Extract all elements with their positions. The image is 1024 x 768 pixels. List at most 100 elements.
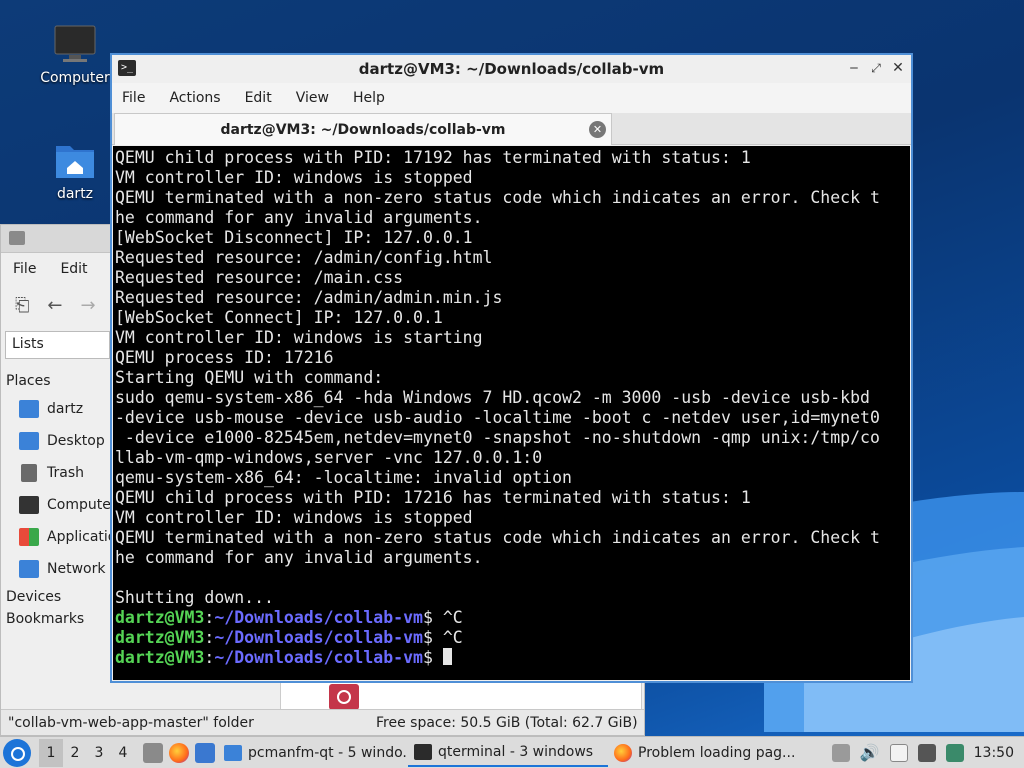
restore-icon[interactable]: ⤢ bbox=[867, 59, 885, 77]
firefox-icon[interactable] bbox=[169, 742, 189, 763]
desktop-icon-home[interactable]: dartz bbox=[35, 140, 115, 202]
bookmarks-header[interactable]: Bookmarks bbox=[1, 609, 111, 631]
terminal-output[interactable]: QEMU child process with PID: 17192 has t… bbox=[113, 146, 910, 680]
side-pane-mode-select[interactable]: Lists bbox=[5, 331, 110, 359]
terminal-output-line: qemu-system-x86_64: -localtime: invalid … bbox=[115, 468, 572, 487]
task-pcmanfm[interactable]: pcmanfm-qt - 5 windo... bbox=[218, 739, 408, 767]
terminal-icon bbox=[414, 743, 432, 760]
terminal-tabbar: dartz@VM3: ~/Downloads/collab-vm ✕ bbox=[112, 113, 911, 145]
menu-file[interactable]: File bbox=[122, 90, 145, 106]
terminal-output-line: Starting QEMU with command: bbox=[115, 368, 384, 387]
terminal-output-line: Requested resource: /main.css bbox=[115, 268, 404, 287]
prompt-line: dartz@VM3:~/Downloads/collab-vm$ ^C bbox=[115, 608, 463, 627]
terminal-window: >_ dartz@VM3: ~/Downloads/collab-vm ‒ ⤢ … bbox=[110, 53, 913, 683]
status-free-space: Free space: 50.5 GiB (Total: 62.7 GiB) bbox=[376, 714, 638, 731]
computer-icon bbox=[54, 25, 96, 62]
terminal-output-line: [WebSocket Connect] IP: 127.0.0.1 bbox=[115, 308, 443, 327]
window-title: dartz@VM3: ~/Downloads/collab-vm bbox=[358, 60, 665, 78]
terminal-output-line: QEMU terminated with a non-zero status c… bbox=[115, 528, 880, 547]
tab-close-icon[interactable]: ✕ bbox=[589, 121, 606, 138]
sidebar-item-label: Trash bbox=[47, 465, 84, 481]
system-tray: 🔊 13:50 bbox=[831, 743, 1024, 762]
update-notifier-icon[interactable] bbox=[945, 743, 964, 762]
terminal-output-line: Shutting down... bbox=[115, 588, 274, 607]
status-folder-text: "collab-vm-web-app-master" folder bbox=[8, 714, 254, 731]
terminal-output-line: Requested resource: /admin/admin.min.js bbox=[115, 288, 503, 307]
menu-edit[interactable]: Edit bbox=[245, 90, 272, 106]
sidebar-item-label: dartz bbox=[47, 401, 84, 417]
fm-menu-file[interactable]: File bbox=[13, 261, 36, 277]
terminal-output-line: Requested resource: /admin/config.html bbox=[115, 248, 493, 267]
desktop-icon-label: Computer bbox=[40, 70, 110, 86]
workspace-1[interactable]: 1 bbox=[39, 738, 63, 767]
terminal-output-line: -device e1000-82545em,netdev=mynet0 -sna… bbox=[115, 428, 880, 447]
devices-header[interactable]: Devices bbox=[1, 585, 111, 609]
new-tab-icon[interactable]: ⎗ bbox=[15, 295, 29, 316]
sidebar-item-label: Desktop bbox=[47, 433, 105, 449]
fm-menu-edit[interactable]: Edit bbox=[60, 261, 87, 277]
network-folder-icon bbox=[19, 560, 39, 578]
menu-actions[interactable]: Actions bbox=[169, 90, 220, 106]
taskbar: 1 2 3 4 pcmanfm-qt - 5 windo... qtermina… bbox=[0, 736, 1024, 768]
workspace-4[interactable]: 4 bbox=[111, 745, 135, 761]
sidebar-item-label: Compute bbox=[47, 497, 111, 513]
prompt-line: dartz@VM3:~/Downloads/collab-vm$ bbox=[115, 648, 910, 668]
clock[interactable]: 13:50 bbox=[974, 745, 1014, 761]
forward-arrow-icon[interactable]: → bbox=[81, 295, 96, 316]
prompt-line: dartz@VM3:~/Downloads/collab-vm$ ^C bbox=[115, 628, 463, 647]
sidebar-item-desktop[interactable]: Desktop bbox=[1, 425, 111, 457]
back-arrow-icon[interactable]: ← bbox=[47, 295, 62, 316]
file-list-strip bbox=[280, 681, 642, 711]
sidebar-item-applications[interactable]: Applicatio bbox=[1, 521, 111, 553]
folder-icon bbox=[224, 744, 242, 761]
places-sidebar: Places dartz Desktop Trash Compute Appli… bbox=[1, 367, 111, 631]
sidebar-item-trash[interactable]: Trash bbox=[1, 457, 111, 489]
sidebar-item-label: Applicatio bbox=[47, 529, 111, 545]
places-header: Places bbox=[6, 373, 51, 389]
menu-view[interactable]: View bbox=[296, 90, 329, 106]
close-icon[interactable]: ✕ bbox=[889, 59, 907, 77]
home-folder-icon bbox=[19, 400, 39, 418]
minimize-icon[interactable]: ‒ bbox=[845, 59, 863, 77]
applications-icon bbox=[19, 528, 39, 546]
terminal-output-line: QEMU terminated with a non-zero status c… bbox=[115, 188, 880, 207]
upload-icon[interactable] bbox=[831, 743, 850, 762]
clipboard-icon[interactable] bbox=[889, 743, 908, 762]
text-cursor bbox=[442, 648, 452, 665]
network-icon[interactable] bbox=[917, 743, 936, 762]
sidebar-item-network[interactable]: Network bbox=[1, 553, 111, 585]
sidebar-item-label: Network bbox=[47, 561, 106, 577]
desktop-icon-label: dartz bbox=[56, 186, 94, 202]
menu-help[interactable]: Help bbox=[353, 90, 385, 106]
show-desktop-icon[interactable] bbox=[195, 742, 215, 763]
workspace-3[interactable]: 3 bbox=[87, 745, 111, 761]
terminal-output-line: -device usb-mouse -device usb-audio -loc… bbox=[115, 408, 880, 427]
file-manager-launcher-icon[interactable] bbox=[143, 742, 163, 763]
file-manager-statusbar: "collab-vm-web-app-master" folder Free s… bbox=[1, 709, 644, 735]
desktop-icon-computer[interactable]: Computer bbox=[35, 24, 115, 86]
terminal-output-line: VM controller ID: windows is stopped bbox=[115, 508, 473, 527]
terminal-output-line: [WebSocket Disconnect] IP: 127.0.0.1 bbox=[115, 228, 473, 247]
sidebar-item-dartz[interactable]: dartz bbox=[1, 393, 111, 425]
task-qterminal[interactable]: qterminal - 3 windows bbox=[408, 739, 608, 767]
terminal-tab[interactable]: dartz@VM3: ~/Downloads/collab-vm ✕ bbox=[114, 113, 612, 145]
firefox-icon bbox=[614, 743, 632, 762]
terminal-output-line: sudo qemu-system-x86_64 -hda Windows 7 H… bbox=[115, 388, 870, 407]
terminal-output-line: he command for any invalid arguments. bbox=[115, 548, 483, 567]
workspace-2[interactable]: 2 bbox=[63, 745, 87, 761]
terminal-output-line: llab-vm-qmp-windows,server -vnc 127.0.0.… bbox=[115, 448, 543, 467]
task-firefox[interactable]: Problem loading pag... bbox=[608, 739, 800, 767]
terminal-titlebar[interactable]: >_ dartz@VM3: ~/Downloads/collab-vm ‒ ⤢ … bbox=[112, 55, 911, 83]
start-menu-button[interactable] bbox=[3, 738, 31, 767]
home-folder-icon bbox=[56, 146, 94, 178]
file-thumbnail-icon[interactable] bbox=[329, 684, 359, 710]
terminal-menubar: File Actions Edit View Help bbox=[112, 83, 911, 113]
desktop-folder-icon bbox=[19, 432, 39, 450]
volume-icon[interactable]: 🔊 bbox=[860, 743, 880, 762]
computer-icon bbox=[19, 496, 39, 514]
tab-label: dartz@VM3: ~/Downloads/collab-vm bbox=[220, 121, 506, 138]
terminal-output-line: VM controller ID: windows is stopped bbox=[115, 168, 473, 187]
sidebar-item-computer[interactable]: Compute bbox=[1, 489, 111, 521]
terminal-output-line: QEMU process ID: 17216 bbox=[115, 348, 334, 367]
